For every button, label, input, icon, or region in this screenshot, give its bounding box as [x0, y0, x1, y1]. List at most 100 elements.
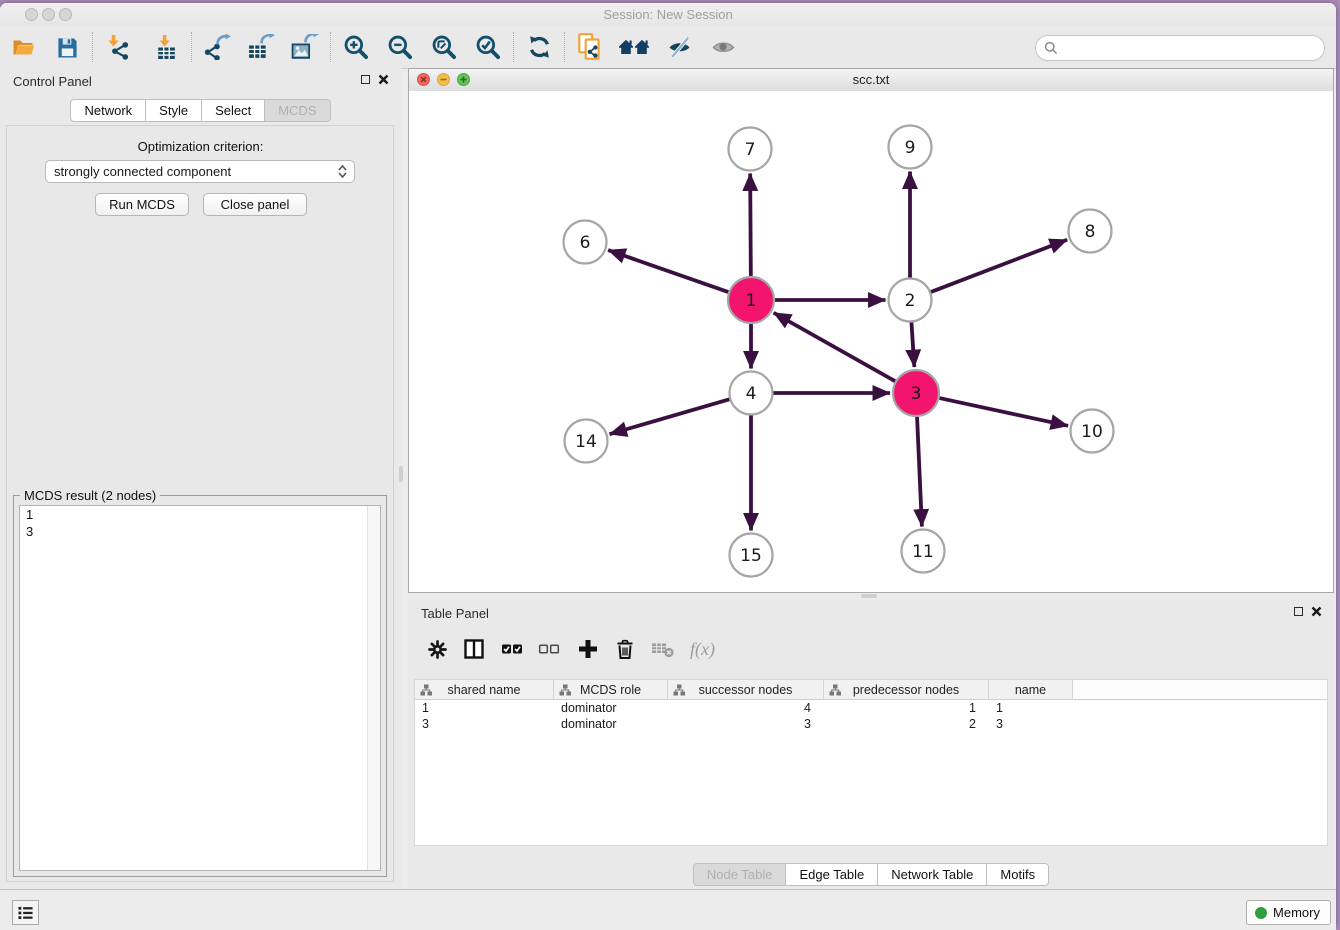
- status-bar: Memory: [0, 889, 1336, 930]
- import-table-icon[interactable]: [152, 30, 180, 64]
- home-layout-icon[interactable]: [618, 30, 652, 64]
- export-table-icon[interactable]: [247, 30, 275, 64]
- result-scrollbar[interactable]: [367, 506, 380, 870]
- zoom-in-icon[interactable]: [342, 30, 370, 64]
- graph-edge-4-14[interactable]: [610, 399, 730, 434]
- criterion-select[interactable]: strongly connected component: [45, 160, 355, 183]
- search-field[interactable]: [1035, 35, 1325, 61]
- table-tabs: Node Table Edge Table Network Table Moti…: [408, 863, 1334, 886]
- result-line: 3: [20, 523, 380, 540]
- cell-predecessor-nodes[interactable]: 1: [824, 701, 989, 715]
- graph-node-label-11: 11: [912, 542, 934, 562]
- run-mcds-button[interactable]: Run MCDS: [95, 193, 189, 216]
- tab-edge-table[interactable]: Edge Table: [785, 863, 878, 886]
- vertical-splitter-handle[interactable]: [399, 466, 403, 482]
- graph-edge-1-7[interactable]: [750, 173, 751, 276]
- settings-gear-icon[interactable]: [427, 634, 448, 664]
- column-header-successor-nodes[interactable]: successor nodes: [668, 680, 824, 699]
- chevron-updown-icon: [333, 165, 351, 178]
- tab-mcds[interactable]: MCDS: [264, 99, 330, 122]
- memory-button[interactable]: Memory: [1246, 900, 1331, 925]
- show-all-icon[interactable]: [710, 30, 738, 64]
- close-panel-button[interactable]: Close panel: [203, 193, 307, 216]
- mcds-result-list[interactable]: 1 3: [19, 505, 381, 871]
- toolbar-separator: [513, 32, 514, 62]
- zoom-out-icon[interactable]: [386, 30, 414, 64]
- function-builder-icon[interactable]: f(x): [690, 634, 715, 664]
- cell-mcds-role[interactable]: dominator: [554, 717, 668, 731]
- control-panel: Control Panel Network Style Select MCDS …: [0, 68, 401, 889]
- add-row-icon[interactable]: [577, 634, 599, 664]
- graph-node-label-6: 6: [580, 233, 591, 253]
- network-canvas-svg: 7968124314101511: [409, 91, 1333, 592]
- table-toolbar: f(x): [414, 627, 1328, 671]
- cell-successor-nodes[interactable]: 3: [668, 717, 824, 731]
- import-network-icon[interactable]: [104, 30, 132, 64]
- attribute-icon: [829, 684, 841, 696]
- cell-name[interactable]: 1: [989, 701, 1073, 715]
- network-window-title: scc.txt: [409, 72, 1333, 87]
- column-view-icon[interactable]: [463, 634, 485, 664]
- deselect-all-rows-icon[interactable]: [538, 634, 560, 664]
- graph-edge-1-6[interactable]: [608, 250, 728, 292]
- column-header-name[interactable]: name: [989, 680, 1073, 699]
- task-history-button[interactable]: [12, 900, 39, 925]
- cell-shared-name[interactable]: 3: [415, 717, 554, 731]
- network-view-window: scc.txt 7968124314101511: [408, 68, 1334, 593]
- network-window-titlebar[interactable]: scc.txt: [409, 69, 1333, 92]
- delete-table-icon[interactable]: [651, 634, 675, 664]
- cell-predecessor-nodes[interactable]: 2: [824, 717, 989, 731]
- graph-node-label-7: 7: [745, 140, 756, 160]
- graph-edge-3-11[interactable]: [917, 417, 922, 527]
- zoom-selected-icon[interactable]: [474, 30, 502, 64]
- network-canvas[interactable]: 7968124314101511: [409, 91, 1333, 592]
- node-table: shared name MCDS role successor nodes pr…: [414, 679, 1328, 846]
- graph-node-label-8: 8: [1085, 222, 1096, 242]
- column-header-predecessor-nodes[interactable]: predecessor nodes: [824, 680, 989, 699]
- graph-node-label-3: 3: [911, 384, 922, 404]
- cell-shared-name[interactable]: 1: [415, 701, 554, 715]
- delete-rows-trash-icon[interactable]: [615, 634, 635, 664]
- graph-edge-3-10[interactable]: [939, 398, 1068, 426]
- network-file-icon[interactable]: [576, 30, 604, 64]
- zoom-fit-icon[interactable]: [430, 30, 458, 64]
- tab-motifs[interactable]: Motifs: [986, 863, 1049, 886]
- export-network-icon[interactable]: [203, 30, 231, 64]
- graph-edge-2-3[interactable]: [911, 322, 914, 367]
- search-input[interactable]: [1058, 39, 1324, 57]
- column-header-shared-name[interactable]: shared name: [415, 680, 554, 699]
- app-window: Session: New Session: [0, 3, 1336, 926]
- select-all-rows-icon[interactable]: [501, 634, 523, 664]
- tab-style[interactable]: Style: [145, 99, 202, 122]
- graph-edge-3-1[interactable]: [774, 313, 895, 381]
- tab-network[interactable]: Network: [70, 99, 146, 122]
- table-panel: Table Panel: [408, 600, 1334, 889]
- float-panel-icon[interactable]: [1294, 607, 1303, 616]
- tab-select[interactable]: Select: [201, 99, 265, 122]
- close-panel-icon[interactable]: [1311, 606, 1322, 617]
- refresh-layout-icon[interactable]: [525, 30, 553, 64]
- table-row[interactable]: 3 dominator 3 2 3: [415, 716, 1327, 732]
- cell-name[interactable]: 3: [989, 717, 1073, 731]
- open-session-icon[interactable]: [9, 30, 37, 64]
- close-panel-icon[interactable]: [378, 74, 389, 85]
- table-header-row: shared name MCDS role successor nodes pr…: [415, 680, 1327, 700]
- graph-edge-2-8[interactable]: [931, 240, 1067, 292]
- export-image-icon[interactable]: [291, 30, 319, 64]
- tab-network-table[interactable]: Network Table: [877, 863, 987, 886]
- toolbar-separator: [191, 32, 192, 62]
- table-row[interactable]: 1 dominator 4 1 1: [415, 700, 1327, 716]
- cell-successor-nodes[interactable]: 4: [668, 701, 824, 715]
- tab-node-table[interactable]: Node Table: [693, 863, 787, 886]
- float-panel-icon[interactable]: [361, 75, 370, 84]
- toolbar-separator: [92, 32, 93, 62]
- criterion-value: strongly connected component: [46, 164, 333, 179]
- horizontal-splitter-handle[interactable]: [861, 594, 877, 598]
- save-session-icon[interactable]: [53, 30, 81, 64]
- column-header-mcds-role[interactable]: MCDS role: [554, 680, 668, 699]
- cell-mcds-role[interactable]: dominator: [554, 701, 668, 715]
- attribute-icon: [420, 684, 432, 696]
- graph-node-label-1: 1: [746, 291, 757, 311]
- search-icon: [1044, 41, 1058, 55]
- hide-selected-icon[interactable]: [666, 30, 694, 64]
